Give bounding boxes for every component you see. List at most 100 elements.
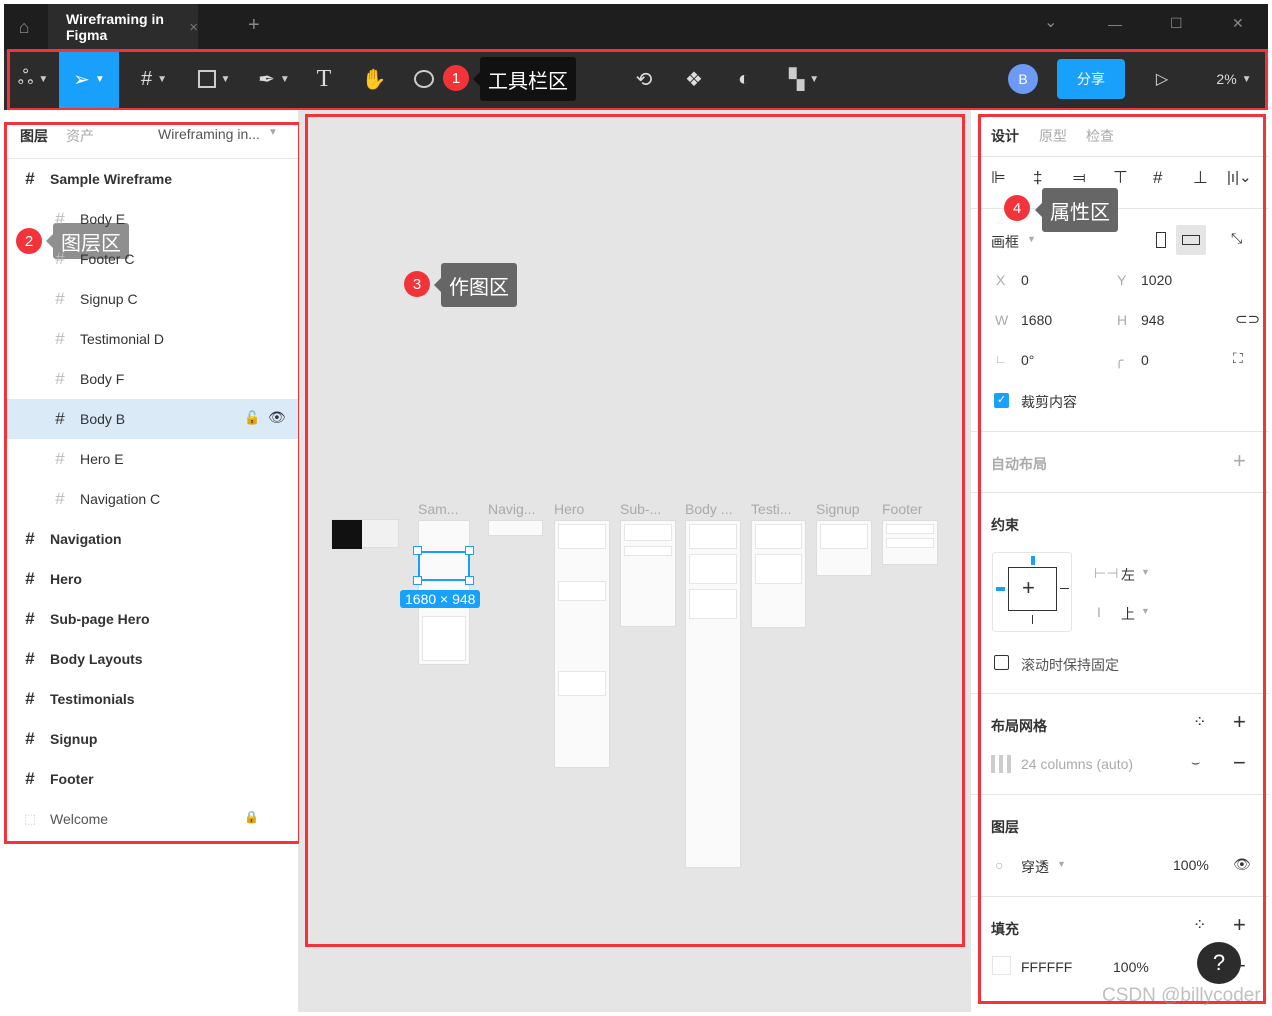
align-right-icon[interactable]: ⫤ xyxy=(1073,168,1086,188)
layer-item[interactable]: # Hero xyxy=(6,559,298,599)
horizontal-constraint-dropdown[interactable]: 左 xyxy=(1121,565,1135,585)
unlock-icon[interactable]: 🔓 xyxy=(244,410,260,426)
align-center-h-icon[interactable]: ‡ xyxy=(1033,168,1042,188)
frame-label[interactable]: Sam... xyxy=(418,501,458,517)
user-avatar[interactable]: B xyxy=(1008,64,1038,94)
home-icon[interactable]: ⌂ xyxy=(4,4,44,50)
layer-item[interactable]: # Navigation xyxy=(6,519,298,559)
independent-corners-icon[interactable]: ⛶ xyxy=(1233,350,1243,367)
layer-item[interactable]: # Signup xyxy=(6,719,298,759)
maximize-icon[interactable]: ☐ xyxy=(1170,15,1183,32)
frame-label[interactable]: Testi... xyxy=(751,501,791,517)
resize-handle[interactable] xyxy=(413,546,422,555)
layer-item[interactable]: # Body E xyxy=(6,199,298,239)
constrain-proportions-icon[interactable]: ⊂⊃ xyxy=(1235,310,1260,328)
page-selector[interactable]: Wireframing in... xyxy=(158,126,260,142)
fill-opacity-input[interactable]: 100% xyxy=(1113,959,1149,975)
resize-handle[interactable] xyxy=(413,576,422,585)
selection-box[interactable] xyxy=(418,551,470,581)
distribute-icon[interactable]: |ı|⌄ xyxy=(1227,168,1252,186)
layer-item[interactable]: ⬚ Welcome 🔒 xyxy=(6,799,298,839)
layer-item[interactable]: # Navigation C xyxy=(6,479,298,519)
layer-item[interactable]: # Signup C xyxy=(6,279,298,319)
layer-item[interactable]: # Body Layouts xyxy=(6,639,298,679)
comment-tool-button[interactable] xyxy=(406,50,442,108)
share-button[interactable]: 分享 xyxy=(1057,59,1125,99)
welcome-frame[interactable] xyxy=(331,519,399,549)
text-tool-button[interactable]: T xyxy=(306,50,342,108)
fix-scroll-checkbox[interactable] xyxy=(994,655,1009,670)
grid-value[interactable]: 24 columns (auto) xyxy=(1021,756,1133,772)
height-input[interactable]: 948 xyxy=(1141,312,1164,328)
grid-styles-icon[interactable]: ⁘ xyxy=(1193,712,1206,732)
footer-frame[interactable] xyxy=(882,520,938,565)
new-tab-icon[interactable]: + xyxy=(248,14,260,37)
rotation-input[interactable]: 0° xyxy=(1021,352,1034,368)
eye-icon[interactable]: 👁 xyxy=(268,409,286,426)
layer-item[interactable]: # Body F xyxy=(6,359,298,399)
zoom-dropdown[interactable]: 2% ▼ xyxy=(1204,50,1264,108)
navigation-frame[interactable] xyxy=(488,520,543,536)
blend-mode-dropdown[interactable]: 穿透 xyxy=(1021,857,1049,877)
fill-hex-input[interactable]: FFFFFF xyxy=(1021,959,1072,975)
tab-layers[interactable]: 图层 xyxy=(20,126,48,146)
vertical-constraint-dropdown[interactable]: 上 xyxy=(1121,604,1135,624)
layer-item[interactable]: # Hero E xyxy=(6,439,298,479)
tab-assets[interactable]: 资产 xyxy=(66,126,94,146)
fill-color-swatch[interactable] xyxy=(992,956,1011,975)
body-layouts-frame[interactable] xyxy=(685,520,741,868)
landscape-button[interactable] xyxy=(1176,225,1206,255)
component-swap-button[interactable]: ⟲ xyxy=(624,50,664,108)
constraints-widget[interactable]: + xyxy=(992,552,1072,632)
close-window-icon[interactable]: ✕ xyxy=(1232,15,1244,32)
hand-tool-button[interactable]: ✋ xyxy=(356,50,392,108)
resize-handle[interactable] xyxy=(465,576,474,585)
pen-tool-button[interactable]: ✒ ▼ xyxy=(249,50,299,108)
boolean-button[interactable]: ▚ ▼ xyxy=(779,50,829,108)
width-input[interactable]: 1680 xyxy=(1021,312,1052,328)
frame-type-dropdown[interactable]: 画框 xyxy=(991,232,1019,252)
fill-styles-icon[interactable]: ⁘ xyxy=(1193,915,1206,935)
layer-item-selected[interactable]: # Body B 🔓 👁 xyxy=(6,399,298,439)
tab-prototype[interactable]: 原型 xyxy=(1039,126,1067,146)
shape-tool-button[interactable]: ▼ xyxy=(189,50,239,108)
left-constraint[interactable] xyxy=(996,587,1005,591)
frame-label[interactable]: Hero xyxy=(554,501,584,517)
lock-icon[interactable]: 🔒 xyxy=(244,810,259,824)
present-button[interactable]: ▷ xyxy=(1144,50,1180,108)
remove-grid-icon[interactable]: − xyxy=(1233,750,1246,776)
components-button[interactable]: ❖ xyxy=(674,50,714,108)
radius-input[interactable]: 0 xyxy=(1141,352,1149,368)
layer-item[interactable]: # Testimonials xyxy=(6,679,298,719)
signup-frame[interactable] xyxy=(816,520,872,576)
canvas[interactable]: 3 作图区 Sam... Navig... Hero Sub-... Body … xyxy=(299,110,970,1012)
bottom-constraint[interactable] xyxy=(1032,615,1033,624)
hidden-eye-icon[interactable]: ⌣ xyxy=(1191,754,1200,771)
resize-handle[interactable] xyxy=(465,546,474,555)
eye-icon[interactable]: 👁 xyxy=(1233,856,1251,873)
portrait-icon[interactable] xyxy=(1156,232,1166,248)
testimonials-frame[interactable] xyxy=(751,520,806,628)
hero-frame[interactable] xyxy=(554,520,610,768)
tab-inspect[interactable]: 检查 xyxy=(1086,126,1114,146)
window-dropdown-icon[interactable]: ⌄ xyxy=(1044,12,1057,32)
right-constraint[interactable] xyxy=(1060,588,1069,589)
resize-to-fit-icon[interactable]: ⤡ xyxy=(1231,230,1242,247)
frame-tool-button[interactable]: # ▼ xyxy=(129,50,179,108)
frame-label[interactable]: Sub-... xyxy=(620,501,661,517)
align-top-icon[interactable]: ⊤ xyxy=(1113,168,1128,188)
file-tab[interactable]: Wireframing in Figma × xyxy=(48,4,198,50)
frame-label[interactable]: Body ... xyxy=(685,501,732,517)
align-center-v-icon[interactable]: # xyxy=(1153,168,1162,188)
layer-item[interactable]: # Sub-page Hero xyxy=(6,599,298,639)
main-menu-button[interactable]: ஃ ▼ xyxy=(8,50,58,108)
add-grid-icon[interactable]: + xyxy=(1233,709,1246,735)
layer-item[interactable]: # Testimonial D xyxy=(6,319,298,359)
add-auto-layout-icon[interactable]: + xyxy=(1233,448,1246,474)
sub-page-hero-frame[interactable] xyxy=(620,520,676,627)
layer-item[interactable]: # Footer xyxy=(6,759,298,799)
align-left-icon[interactable]: ⊫ xyxy=(991,168,1006,188)
move-tool-button[interactable]: ➢ ▼ xyxy=(59,50,119,108)
minimize-icon[interactable]: — xyxy=(1108,16,1122,32)
help-button[interactable]: ? xyxy=(1197,942,1241,984)
